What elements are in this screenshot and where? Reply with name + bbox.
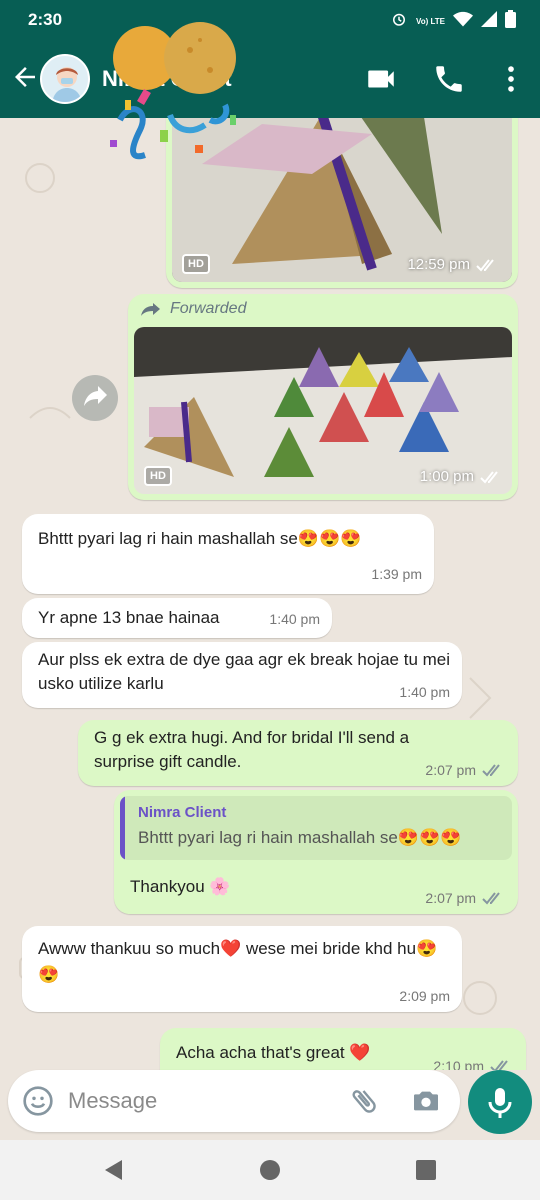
message-time: 12:59 pm	[407, 256, 470, 273]
quote-text: Bhttt pyari lag ri hain mashallah se😍😍😍	[138, 828, 462, 847]
alarm-icon	[390, 10, 408, 33]
message-composer	[8, 1070, 460, 1132]
message-text: Thankyou 🌸	[130, 877, 231, 896]
incoming-message[interactable]: Bhttt pyari lag ri hain mashallah se😍😍😍 …	[22, 514, 434, 594]
signal-icon	[481, 11, 497, 32]
forwarded-image-message[interactable]: Forwarded HD 1:00 pm	[128, 294, 518, 500]
phone-icon[interactable]	[432, 62, 466, 96]
wifi-icon	[453, 11, 473, 32]
image-message[interactable]: HD 12:59 pm	[166, 118, 518, 288]
message-text: Yr apne 13 bnae hainaa	[38, 608, 220, 627]
battery-icon	[505, 10, 516, 33]
message-text: Bhttt pyari lag ri hain mashallah se😍😍😍	[38, 529, 362, 548]
share-button[interactable]	[72, 375, 118, 421]
quoted-message[interactable]: Nimra Client Bhttt pyari lag ri hain mas…	[120, 796, 512, 860]
hd-badge: HD	[182, 254, 210, 274]
message-time: 2:07 pm	[425, 890, 476, 906]
status-bar: 2:30 Vo) LTE	[0, 0, 540, 40]
outgoing-reply-message[interactable]: Nimra Client Bhttt pyari lag ri hain mas…	[114, 790, 518, 914]
volte-label: Vo) LTE	[415, 16, 445, 26]
message-meta: 2:07 pm	[425, 762, 504, 778]
message-text: Acha acha that's great ❤️	[176, 1043, 371, 1062]
avatar[interactable]	[40, 54, 90, 104]
nav-home-icon[interactable]	[258, 1158, 282, 1182]
hd-badge: HD	[144, 466, 172, 486]
double-check-icon	[480, 470, 498, 483]
message-text: G g ek extra hugi. And for bridal I'll s…	[94, 728, 410, 771]
camera-icon[interactable]	[410, 1085, 442, 1117]
nav-back-icon[interactable]	[102, 1158, 126, 1182]
system-nav-bar	[0, 1140, 540, 1200]
attach-icon[interactable]	[348, 1085, 380, 1117]
double-check-icon	[476, 258, 494, 271]
message-meta: 2:10 pm	[433, 1058, 512, 1070]
message-meta: 1:00 pm	[420, 468, 502, 485]
back-arrow-icon[interactable]	[10, 62, 40, 92]
video-call-icon[interactable]	[364, 62, 398, 96]
quote-author: Nimra Client	[138, 804, 227, 821]
incoming-message[interactable]: Aur plss ek extra de dye gaa agr ek brea…	[22, 642, 462, 708]
contact-name[interactable]: Nimra Client	[102, 66, 232, 92]
chat-header: Nimra Client	[0, 40, 540, 118]
message-time: 2:07 pm	[425, 762, 476, 778]
mic-icon	[488, 1088, 512, 1118]
incoming-message[interactable]: Awww thankuu so much❤️ wese mei bride kh…	[22, 926, 462, 1012]
chat-area[interactable]: HD 12:59 pm Forwarded HD 1:00 pm Bhttt p…	[0, 118, 540, 1070]
message-time: 1:00 pm	[419, 468, 474, 485]
message-time: 2:10 pm	[433, 1058, 484, 1070]
outgoing-message[interactable]: G g ek extra hugi. And for bridal I'll s…	[78, 720, 518, 786]
quote-bar	[120, 796, 125, 860]
emoji-icon[interactable]	[22, 1085, 54, 1117]
double-check-icon	[490, 1060, 508, 1070]
message-time: 1:40 pm	[399, 684, 450, 700]
mic-button[interactable]	[468, 1070, 532, 1134]
message-time: 2:09 pm	[399, 988, 450, 1004]
message-text: Aur plss ek extra de dye gaa agr ek brea…	[38, 650, 451, 693]
message-time: 1:39 pm	[371, 566, 422, 582]
double-check-icon	[482, 764, 500, 777]
more-vert-icon[interactable]	[494, 62, 528, 96]
message-text: Awww thankuu so much❤️ wese mei bride kh…	[38, 939, 438, 985]
nav-recents-icon[interactable]	[414, 1158, 438, 1182]
outgoing-message[interactable]: Acha acha that's great ❤️ 2:10 pm	[160, 1028, 526, 1070]
message-input[interactable]	[68, 1086, 328, 1116]
incoming-message[interactable]: Yr apne 13 bnae hainaa 1:40 pm	[22, 598, 332, 638]
double-check-icon	[482, 892, 500, 905]
message-meta: 12:59 pm	[407, 256, 498, 273]
status-time: 2:30	[28, 10, 63, 29]
forwarded-label: Forwarded	[140, 300, 246, 318]
forward-arrow-icon	[141, 303, 160, 316]
message-time: 1:40 pm	[269, 611, 320, 627]
message-meta: 2:07 pm	[425, 890, 504, 906]
share-icon	[84, 386, 107, 406]
